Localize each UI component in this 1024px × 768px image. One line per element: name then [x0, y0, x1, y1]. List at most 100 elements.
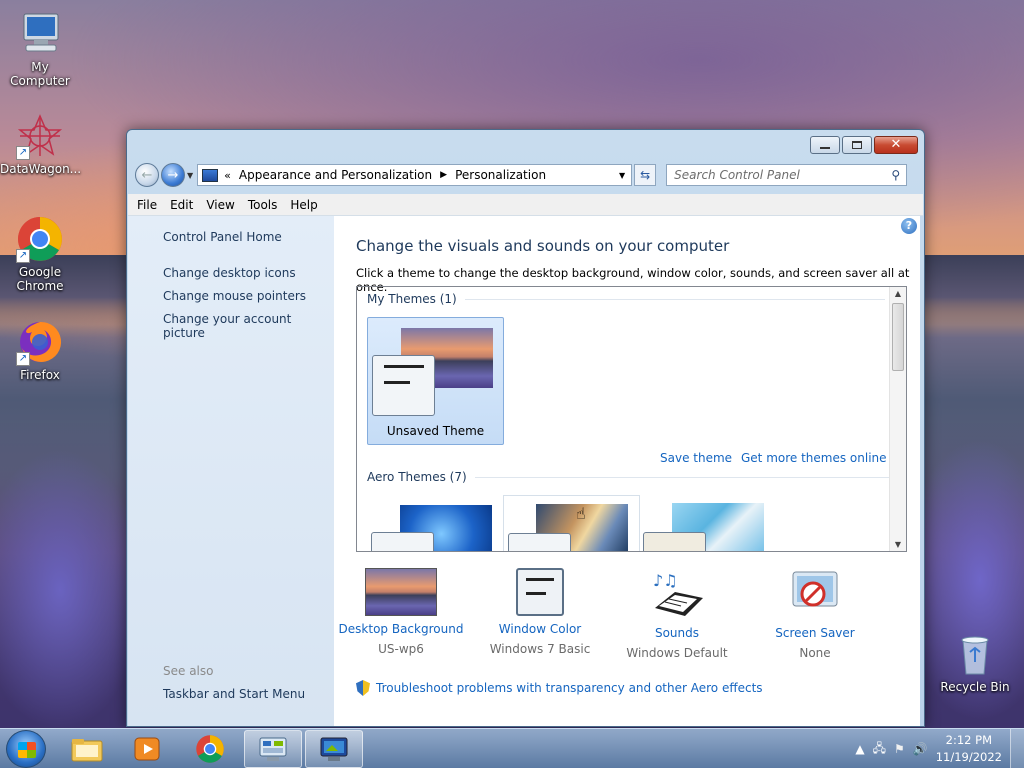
- breadcrumb-overflow-icon[interactable]: «: [224, 169, 231, 182]
- recent-pages-dropdown-icon[interactable]: ▼: [187, 171, 193, 180]
- theme-unsaved[interactable]: Unsaved Theme: [367, 317, 504, 445]
- search-icon[interactable]: ⚲: [891, 168, 900, 182]
- volume-icon[interactable]: 🔊: [913, 742, 928, 756]
- setting-title[interactable]: Window Color: [470, 622, 610, 636]
- change-account-picture-link[interactable]: Change your account picture: [163, 312, 334, 340]
- scroll-thumb[interactable]: [892, 303, 904, 371]
- desktop-icon-google-chrome[interactable]: ↗ Google Chrome: [0, 215, 80, 293]
- search-placeholder: Search Control Panel: [674, 168, 800, 182]
- left-navigation-pane: Control Panel Home Change desktop icons …: [128, 216, 334, 726]
- action-center-icon[interactable]: ⚑: [894, 742, 905, 756]
- shortcut-arrow-icon: ↗: [16, 352, 30, 366]
- control-panel-home-link[interactable]: Control Panel Home: [163, 230, 282, 244]
- theme-aero-windows7[interactable]: [367, 495, 504, 551]
- troubleshoot-label[interactable]: Troubleshoot problems with transparency …: [376, 681, 763, 695]
- my-themes-header: My Themes (1): [367, 292, 885, 306]
- hand-cursor-icon: ☝: [576, 504, 586, 523]
- window-titlebar[interactable]: ✕: [127, 130, 924, 158]
- window-color-icon: [516, 568, 564, 616]
- network-icon[interactable]: 🖧: [873, 739, 886, 760]
- change-mouse-pointers-link[interactable]: Change mouse pointers: [163, 289, 306, 303]
- personalization-window: ✕ ← → ▼ « Appearance and Personalization…: [126, 129, 925, 727]
- taskbar: ▲ 🖧 ⚑ 🔊 2:12 PM 11/19/2022: [0, 728, 1024, 768]
- setting-value: None: [799, 646, 831, 660]
- menu-bar: File Edit View Tools Help: [128, 194, 923, 216]
- setting-value: US-wp6: [378, 642, 424, 656]
- navigation-bar: ← → ▼ « Appearance and Personalization ▶…: [135, 162, 916, 188]
- taskbar-chrome-button[interactable]: [181, 730, 239, 768]
- taskbar-explorer-button[interactable]: [58, 730, 116, 768]
- taskbar-media-player-button[interactable]: [118, 730, 176, 768]
- close-button[interactable]: ✕: [874, 136, 918, 154]
- get-more-themes-link[interactable]: Get more themes online: [741, 451, 887, 465]
- start-button[interactable]: [6, 730, 46, 768]
- my-themes-label: My Themes (1): [367, 292, 457, 306]
- help-icon[interactable]: ?: [901, 218, 917, 234]
- menu-file[interactable]: File: [137, 198, 157, 212]
- aero-themes-header: Aero Themes (7): [367, 470, 890, 484]
- desktop-icon-firefox[interactable]: ↗ Firefox: [0, 318, 80, 382]
- main-content: ? Change the visuals and sounds on your …: [334, 216, 920, 726]
- scroll-up-icon[interactable]: ▲: [890, 289, 906, 298]
- shield-icon: [356, 680, 370, 696]
- personalization-icon: [320, 737, 348, 761]
- menu-tools[interactable]: Tools: [248, 198, 278, 212]
- show-desktop-button[interactable]: [1010, 729, 1024, 768]
- windows-logo-icon: [18, 742, 36, 758]
- breadcrumb-personalization[interactable]: Personalization: [455, 168, 546, 182]
- datawagon-icon: ↗: [16, 112, 64, 160]
- clock[interactable]: 2:12 PM 11/19/2022: [936, 732, 1002, 766]
- window-color-setting[interactable]: Window Color Windows 7 Basic: [470, 568, 610, 656]
- scroll-down-icon[interactable]: ▼: [890, 540, 906, 549]
- sounds-setting[interactable]: ♪♫ Sounds Windows Default: [607, 568, 747, 660]
- maximize-button[interactable]: [842, 136, 872, 154]
- screen-saver-setting[interactable]: Screen Saver None: [745, 568, 885, 660]
- setting-title[interactable]: Screen Saver: [745, 626, 885, 640]
- taskbar-personalization-button[interactable]: [305, 730, 363, 768]
- media-player-icon: [134, 737, 160, 761]
- desktop-background-icon: [365, 568, 437, 616]
- taskbar-start-menu-link[interactable]: Taskbar and Start Menu: [163, 687, 305, 701]
- change-desktop-icons-link[interactable]: Change desktop icons: [163, 266, 296, 280]
- theme-aero-architecture[interactable]: ☝: [503, 495, 640, 551]
- aero-themes-label: Aero Themes (7): [367, 470, 467, 484]
- minimize-button[interactable]: [810, 136, 840, 154]
- theme-list[interactable]: My Themes (1) Unsaved Theme Save theme G…: [356, 286, 907, 552]
- folder-icon: [71, 739, 103, 762]
- group-divider: [464, 299, 885, 300]
- theme-settings-row: Desktop Background US-wp6 Window Color W…: [334, 568, 920, 678]
- theme-list-scrollbar[interactable]: ▲ ▼: [889, 287, 906, 551]
- show-hidden-icons-icon[interactable]: ▲: [855, 742, 864, 756]
- desktop-icon-label: Firefox: [20, 368, 60, 382]
- page-title: Change the visuals and sounds on your co…: [356, 237, 730, 255]
- desktop-icon-recycle-bin[interactable]: Recycle Bin: [935, 630, 1015, 694]
- address-dropdown-icon[interactable]: ▼: [619, 171, 625, 180]
- svg-text:♪♫: ♪♫: [653, 571, 678, 590]
- shortcut-arrow-icon: ↗: [16, 146, 30, 160]
- taskbar-control-panel-button[interactable]: [244, 730, 302, 768]
- refresh-button[interactable]: ⇆: [634, 164, 657, 186]
- troubleshoot-link[interactable]: Troubleshoot problems with transparency …: [356, 680, 763, 696]
- setting-title[interactable]: Sounds: [607, 626, 747, 640]
- desktop-background-setting[interactable]: Desktop Background US-wp6: [331, 568, 471, 656]
- back-button[interactable]: ←: [135, 163, 159, 187]
- forward-button[interactable]: →: [161, 163, 185, 187]
- desktop-icon-my-computer[interactable]: My Computer: [0, 10, 80, 88]
- control-panel-icon: [259, 737, 287, 761]
- desktop-icon-datawagon[interactable]: ↗ DataWagon...: [0, 112, 81, 176]
- save-theme-link[interactable]: Save theme: [660, 451, 732, 465]
- my-computer-icon: [16, 10, 64, 58]
- setting-title[interactable]: Desktop Background: [331, 622, 471, 636]
- group-divider: [474, 477, 890, 478]
- address-bar[interactable]: « Appearance and Personalization ▶ Perso…: [197, 164, 633, 186]
- breadcrumb-appearance[interactable]: Appearance and Personalization: [239, 168, 432, 182]
- menu-view[interactable]: View: [206, 198, 234, 212]
- breadcrumb-separator-icon[interactable]: ▶: [440, 170, 447, 180]
- menu-edit[interactable]: Edit: [170, 198, 193, 212]
- system-tray: ▲ 🖧 ⚑ 🔊 2:12 PM 11/19/2022: [855, 729, 1024, 768]
- menu-help[interactable]: Help: [290, 198, 317, 212]
- theme-window-preview: [372, 355, 435, 416]
- search-input[interactable]: Search Control Panel ⚲: [666, 164, 908, 186]
- theme-aero-characters[interactable]: [639, 495, 776, 551]
- chrome-icon: ↗: [16, 215, 64, 263]
